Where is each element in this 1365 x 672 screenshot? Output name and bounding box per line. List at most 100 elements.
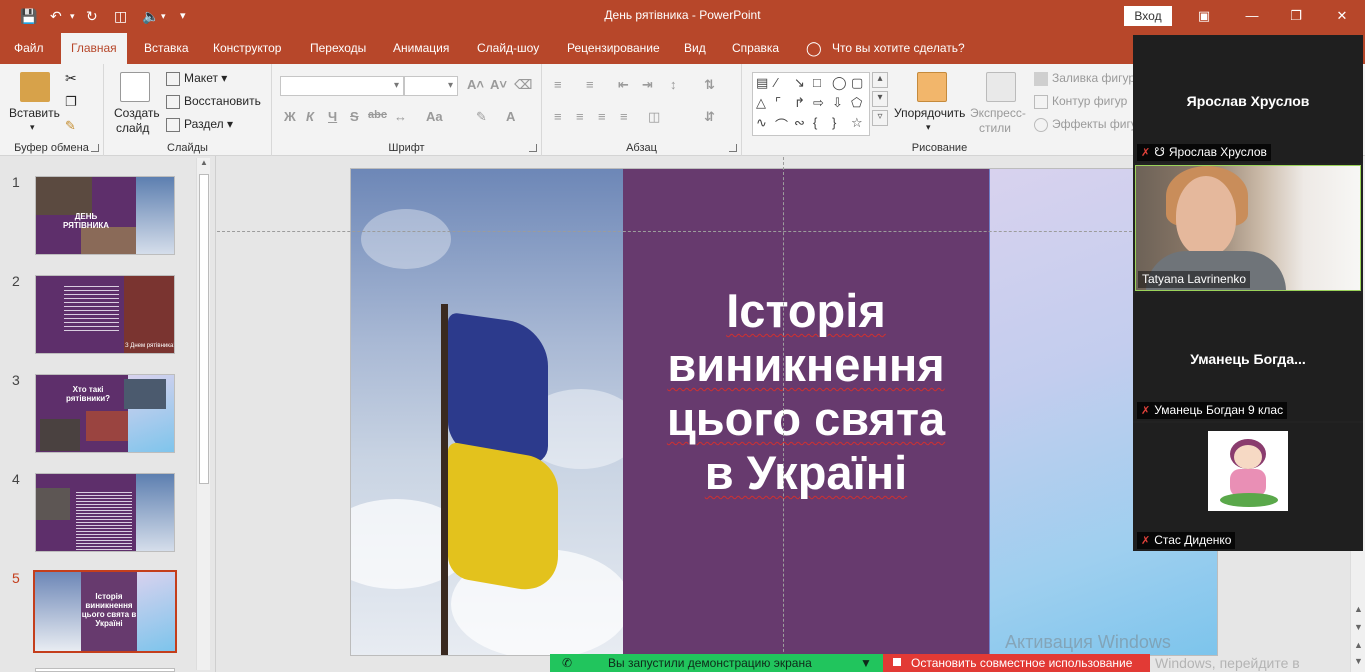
tab-view[interactable]: Вид: [674, 33, 716, 64]
minimize-icon[interactable]: —: [1240, 6, 1264, 26]
slide-thumbnail-4[interactable]: [35, 473, 175, 552]
align-right-icon[interactable]: ≡: [598, 109, 606, 124]
font-family-combo[interactable]: ▾: [280, 76, 404, 96]
text-direction-icon[interactable]: ⇅: [704, 77, 715, 93]
curve-shape-icon[interactable]: ∿: [756, 115, 767, 131]
oval-shape-icon[interactable]: ◯: [832, 75, 847, 91]
tab-slideshow[interactable]: Слайд-шоу: [467, 33, 549, 64]
arc-shape-icon[interactable]: ⌒: [775, 115, 788, 134]
tab-design[interactable]: Конструктор: [203, 33, 291, 64]
tab-review[interactable]: Рецензирование: [557, 33, 670, 64]
font-size-combo[interactable]: ▾: [404, 76, 458, 96]
shape-fill-button[interactable]: Заливка фигур: [1034, 71, 1135, 86]
participant-tile[interactable]: Уманець Богда... ✗ Уманець Богдан 9 клас: [1133, 293, 1363, 421]
tab-insert[interactable]: Вставка: [134, 33, 199, 64]
tab-home[interactable]: Главная: [61, 33, 127, 64]
char-spacing-icon[interactable]: ↔: [394, 109, 407, 124]
tab-animations[interactable]: Анимация: [383, 33, 459, 64]
paste-icon[interactable]: [20, 72, 50, 102]
arrange-icon[interactable]: [917, 72, 947, 102]
bullets-icon[interactable]: ≡: [554, 77, 562, 92]
right-arrow-shape-icon[interactable]: ⇨: [813, 95, 824, 111]
new-slide-button-line2[interactable]: слайд: [116, 121, 149, 135]
scrollbar-thumb[interactable]: [199, 174, 209, 484]
align-center-icon[interactable]: ≡: [576, 109, 584, 124]
pentagon-shape-icon[interactable]: ⬠: [851, 95, 862, 111]
bold-button[interactable]: Ж: [284, 109, 296, 124]
left-brace-icon[interactable]: {: [813, 115, 817, 130]
textbox-shape-icon[interactable]: ▤: [756, 75, 768, 91]
sign-in-button[interactable]: Вход: [1124, 6, 1172, 26]
highlight-icon[interactable]: ✎: [476, 109, 487, 125]
triangle-shape-icon[interactable]: △: [756, 95, 766, 111]
increase-indent-icon[interactable]: ⇥: [642, 77, 653, 93]
star-shape-icon[interactable]: ☆: [851, 115, 863, 131]
slide-thumbnail-6[interactable]: [35, 668, 175, 672]
decrease-indent-icon[interactable]: ⇤: [618, 77, 629, 93]
slide-thumbnail-2[interactable]: З Днем рятівника!: [35, 275, 175, 354]
align-left-icon[interactable]: ≡: [554, 109, 562, 124]
paragraph-launcher-icon[interactable]: [729, 144, 737, 152]
freeform-shape-icon[interactable]: ∾: [794, 115, 805, 131]
section-button[interactable]: Раздел ▾: [166, 117, 233, 132]
shape-effects-button[interactable]: Эффекты фигур: [1034, 117, 1143, 132]
restore-icon[interactable]: ❐: [1284, 6, 1308, 26]
cut-icon[interactable]: ✂: [65, 70, 77, 87]
quick-styles-button-line2[interactable]: стили: [979, 121, 1011, 135]
new-slide-icon[interactable]: [120, 72, 150, 102]
paste-dropdown-icon[interactable]: ▾: [30, 122, 35, 133]
slide-thumbnail-1[interactable]: ДЕНЬ РЯТІВНИКА: [35, 176, 175, 255]
tab-help[interactable]: Справка: [722, 33, 789, 64]
tell-me-search[interactable]: Что вы хотите сделать?: [822, 33, 975, 64]
scroll-up-icon[interactable]: ▲: [197, 158, 211, 167]
quick-styles-button[interactable]: Экспресс-: [970, 106, 1026, 120]
participant-video[interactable]: Tatyana Lavrinenko: [1135, 165, 1361, 291]
quick-styles-icon[interactable]: [986, 72, 1016, 102]
gallery-more-icon[interactable]: ▿: [872, 110, 888, 126]
next-slide-icon[interactable]: ▼: [1351, 656, 1365, 666]
tab-file[interactable]: Файл: [4, 33, 54, 64]
stop-sharing-button[interactable]: Остановить совместное использование: [883, 654, 1150, 672]
align-text-icon[interactable]: ⇵: [704, 109, 715, 125]
layout-button[interactable]: Макет ▾: [166, 71, 227, 86]
rounded-rect-shape-icon[interactable]: ▢: [851, 75, 863, 91]
decrease-font-icon[interactable]: A˅: [490, 77, 507, 92]
tab-transitions[interactable]: Переходы: [300, 33, 376, 64]
right-brace-icon[interactable]: }: [832, 115, 836, 130]
increase-font-icon[interactable]: A˄: [467, 77, 484, 92]
shapes-gallery[interactable]: ▤ ∕ ↘ □ ◯ ▢ △ ⌜ ↱ ⇨ ⇩ ⬠ ∿ ⌒ ∾ { } ☆: [752, 72, 870, 136]
ribbon-display-icon[interactable]: ▣: [1192, 6, 1216, 26]
scroll-up-icon[interactable]: ▲: [1351, 604, 1365, 614]
arrange-button[interactable]: Упорядочить: [894, 106, 965, 120]
slide-thumbnail-5[interactable]: Історія виникнення цього свята в Україні: [33, 570, 177, 653]
gallery-up-icon[interactable]: ▴: [872, 72, 888, 88]
line-spacing-icon[interactable]: ↕: [670, 77, 677, 92]
elbow-arrow-icon[interactable]: ↱: [794, 95, 805, 111]
shadow-button[interactable]: S: [350, 109, 359, 124]
change-case-button[interactable]: Aa: [426, 109, 443, 124]
scroll-down-icon[interactable]: ▼: [1351, 622, 1365, 632]
justify-icon[interactable]: ≡: [620, 109, 628, 124]
new-slide-button[interactable]: Создать: [114, 106, 160, 120]
font-color-button[interactable]: A: [506, 109, 515, 124]
participant-tile[interactable]: Ярослав Хруслов ✗ ☋ Ярослав Хруслов: [1133, 35, 1363, 163]
line-shape-icon[interactable]: ∕: [775, 75, 777, 90]
font-launcher-icon[interactable]: [529, 144, 537, 152]
paste-button[interactable]: Вставить: [9, 106, 60, 120]
format-painter-icon[interactable]: ✎: [65, 118, 76, 134]
shape-outline-button[interactable]: Контур фигур: [1034, 94, 1127, 109]
columns-icon[interactable]: ◫: [648, 109, 660, 125]
close-icon[interactable]: ✕: [1330, 6, 1354, 26]
arrange-dropdown-icon[interactable]: ▾: [926, 122, 931, 133]
slide-thumbnail-3[interactable]: Хто такі рятівники?: [35, 374, 175, 453]
slide-title[interactable]: Історія виникнення цього свята в Україні: [623, 284, 989, 500]
copy-icon[interactable]: ❐: [65, 94, 77, 110]
vertical-guide[interactable]: [783, 157, 784, 672]
elbow-connector-icon[interactable]: ⌜: [775, 95, 781, 111]
clear-format-icon[interactable]: ⌫: [514, 77, 532, 93]
italic-button[interactable]: К: [306, 109, 314, 124]
down-arrow-shape-icon[interactable]: ⇩: [832, 95, 843, 111]
strikethrough-button[interactable]: abc: [368, 109, 387, 121]
clipboard-launcher-icon[interactable]: [91, 144, 99, 152]
thumbnails-scrollbar[interactable]: ▲: [196, 158, 210, 670]
